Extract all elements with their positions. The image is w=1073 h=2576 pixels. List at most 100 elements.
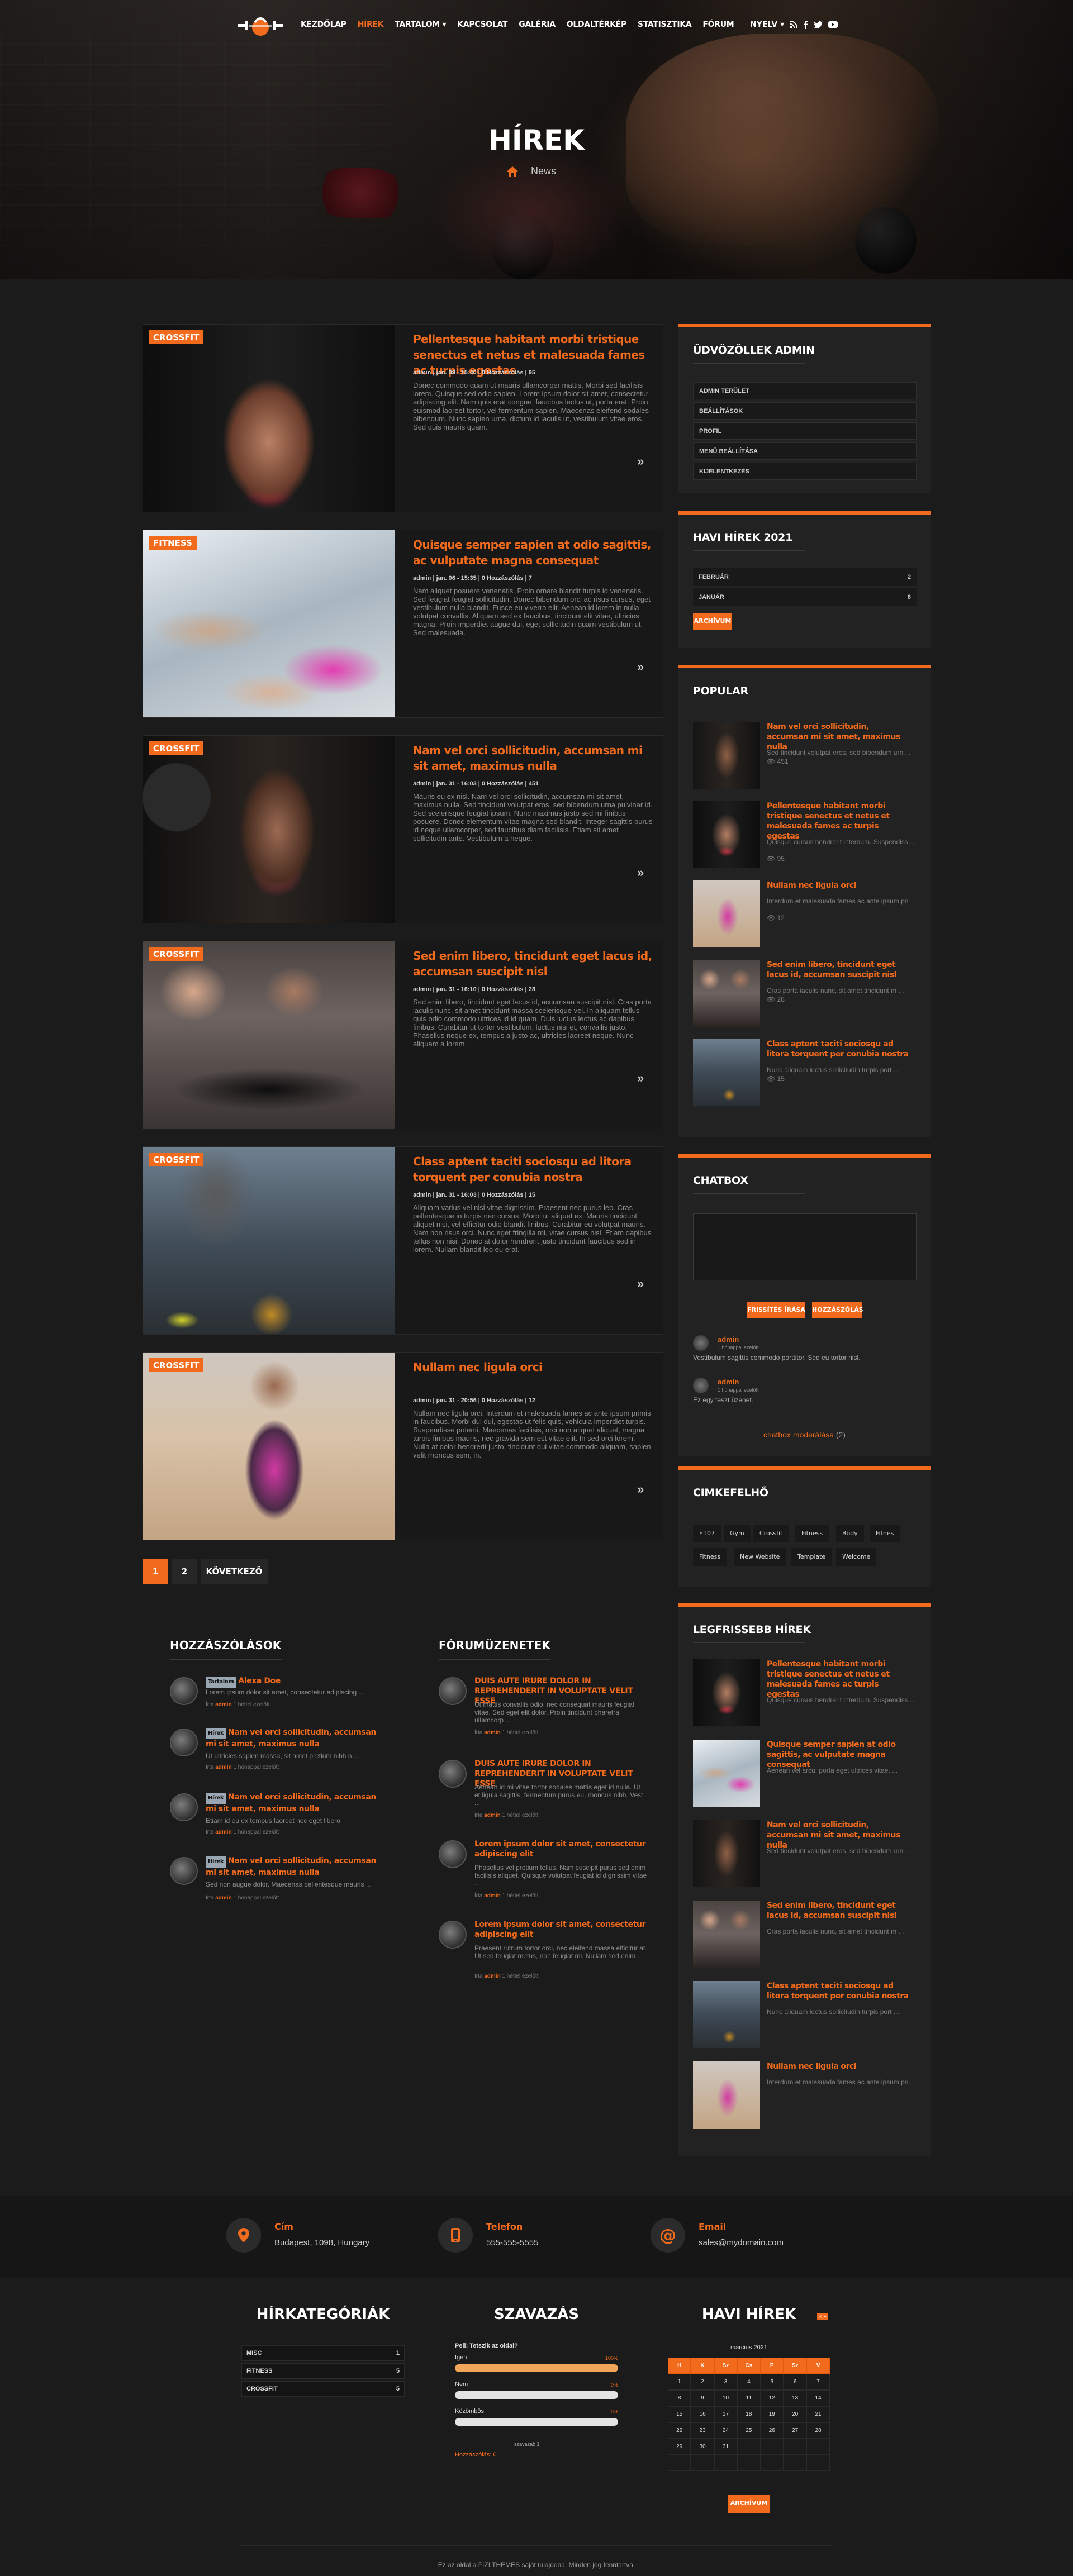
forum-author[interactable]: admin: [484, 1973, 500, 1979]
calendar-day[interactable]: 6: [783, 2374, 807, 2390]
tag-e107[interactable]: E107: [693, 1525, 721, 1542]
comment-title[interactable]: Hírek Nam vel orci sollicitudin, accumsan…: [206, 1792, 379, 1814]
comment-title-text[interactable]: Alexa Doe: [238, 1677, 281, 1685]
comment-author[interactable]: admin: [215, 1829, 231, 1835]
chat-user[interactable]: admin: [718, 1335, 739, 1344]
read-more-icon[interactable]: »: [637, 1071, 644, 1085]
popular-thumbnail[interactable]: [693, 722, 760, 789]
page-1-button[interactable]: 1: [143, 1559, 168, 1584]
nav-item-contact[interactable]: KAPCSOLAT: [452, 20, 513, 29]
chat-message-input[interactable]: [693, 1213, 917, 1280]
chatbox-moderate-link[interactable]: chatbox moderálása (2): [678, 1430, 931, 1439]
latest-title[interactable]: Nam vel orci sollicitudin, accumsan mi s…: [767, 1820, 912, 1850]
calendar-day[interactable]: 5: [760, 2374, 784, 2390]
facebook-icon[interactable]: [803, 20, 809, 29]
comment-title[interactable]: Tartalom Alexa Doe: [206, 1676, 379, 1688]
article-title[interactable]: Nullam nec ligula orci: [413, 1359, 653, 1375]
kettlebell-logo-icon[interactable]: [237, 15, 284, 37]
nav-item-forum[interactable]: FÓRUM: [697, 20, 739, 29]
calendar-day[interactable]: 17: [714, 2406, 738, 2422]
youtube-icon[interactable]: [828, 21, 838, 28]
article-title[interactable]: Quisque semper sapien at odio sagittis, …: [413, 537, 653, 568]
latest-title[interactable]: Nullam nec ligula orci: [767, 2061, 912, 2072]
article-thumbnail[interactable]: [143, 1147, 395, 1334]
calendar-nav[interactable]: « »: [817, 2313, 828, 2320]
calendar-day[interactable]: 3: [714, 2374, 738, 2390]
month-row[interactable]: JANUÁR 8: [693, 588, 917, 606]
language-selector[interactable]: NYELV ▾: [750, 20, 784, 29]
twitter-icon[interactable]: [814, 21, 823, 28]
category-badge[interactable]: CROSSFIT: [149, 1358, 204, 1372]
read-more-icon[interactable]: »: [637, 865, 644, 880]
category-row[interactable]: CROSSFIT 5: [241, 2381, 405, 2397]
read-more-icon[interactable]: »: [637, 1277, 644, 1291]
poll-option-label[interactable]: Közömbös: [455, 2408, 484, 2415]
chat-user[interactable]: admin: [718, 1378, 739, 1386]
moderate-label[interactable]: chatbox moderálása: [763, 1430, 834, 1439]
calendar-day[interactable]: 16: [691, 2406, 714, 2422]
chat-send-button[interactable]: HOZZÁSZÓLÁS: [812, 1302, 863, 1318]
calendar-day[interactable]: 9: [691, 2390, 714, 2406]
tag-fitnes[interactable]: Fitnes: [870, 1525, 900, 1542]
latest-thumbnail[interactable]: [693, 1820, 760, 1887]
calendar-day[interactable]: 7: [806, 2374, 830, 2390]
read-more-icon[interactable]: »: [637, 454, 644, 469]
tag-crossfit[interactable]: Crossfit: [753, 1525, 789, 1542]
calendar-archive-button[interactable]: ARCHÍVUM: [728, 2495, 770, 2513]
category-row[interactable]: MISC 1: [241, 2345, 405, 2361]
calendar-day[interactable]: 13: [783, 2390, 807, 2406]
comment-title[interactable]: Hírek Nam vel orci sollicitudin, accumsan…: [206, 1727, 379, 1749]
tag-gym[interactable]: Gym: [724, 1525, 751, 1542]
calendar-day[interactable]: 4: [737, 2374, 761, 2390]
tag-body[interactable]: Body: [836, 1525, 864, 1542]
tag-template[interactable]: Template: [791, 1548, 832, 1566]
nav-item-statistics[interactable]: STATISZTIKA: [632, 20, 697, 29]
tag-fitness[interactable]: Fitness: [795, 1525, 829, 1542]
next-page-button[interactable]: KÖVETKEZŐ: [201, 1559, 268, 1584]
comment-title-text[interactable]: Nam vel orci sollicitudin, accumsan mi s…: [206, 1728, 376, 1749]
article-thumbnail[interactable]: [143, 941, 395, 1129]
month-name[interactable]: FEBRUÁR: [699, 568, 729, 586]
article-thumbnail[interactable]: [143, 530, 395, 717]
popular-thumbnail[interactable]: [693, 1039, 760, 1106]
calendar-day[interactable]: 18: [737, 2406, 761, 2422]
latest-title[interactable]: Class aptent taciti sociosqu ad litora t…: [767, 1981, 912, 2001]
latest-thumbnail[interactable]: [693, 1740, 760, 1807]
article-title[interactable]: Class aptent taciti sociosqu ad litora t…: [413, 1154, 653, 1185]
poll-option-label[interactable]: Igen: [455, 2354, 467, 2361]
calendar-day[interactable]: 14: [806, 2390, 830, 2406]
popular-title[interactable]: Nam vel orci sollicitudin, accumsan mi s…: [767, 722, 912, 752]
nav-item-news[interactable]: HÍREK: [352, 20, 390, 29]
calendar-day[interactable]: 12: [760, 2390, 784, 2406]
calendar-day[interactable]: 20: [783, 2406, 807, 2422]
latest-title[interactable]: Quisque semper sapien at odio sagittis, …: [767, 1740, 912, 1770]
latest-title[interactable]: Pellentesque habitant morbi tristique se…: [767, 1659, 912, 1699]
comment-author[interactable]: admin: [215, 1702, 231, 1708]
calendar-day[interactable]: 28: [806, 2422, 830, 2439]
popular-title[interactable]: Nullam nec ligula orci: [767, 880, 912, 891]
calendar-day[interactable]: 26: [760, 2422, 784, 2439]
admin-link-area[interactable]: ADMIN TERÜLET: [693, 382, 917, 399]
calendar-day[interactable]: 8: [668, 2390, 691, 2406]
popular-title[interactable]: Pellentesque habitant morbi tristique se…: [767, 801, 912, 841]
category-badge[interactable]: FITNESS: [149, 536, 197, 550]
calendar-day[interactable]: 31: [714, 2439, 738, 2455]
popular-title[interactable]: Class aptent taciti sociosqu ad litora t…: [767, 1039, 912, 1059]
month-row[interactable]: FEBRUÁR 2: [693, 568, 917, 586]
latest-thumbnail[interactable]: [693, 2061, 760, 2129]
contact-value[interactable]: 555-555-5555: [486, 2238, 538, 2248]
calendar-day[interactable]: 2: [691, 2374, 714, 2390]
article-title[interactable]: Sed enim libero, tincidunt eget lacus id…: [413, 948, 653, 979]
calendar-day[interactable]: 15: [668, 2406, 691, 2422]
calendar-day[interactable]: 19: [760, 2406, 784, 2422]
calendar-day[interactable]: 1: [668, 2374, 691, 2390]
popular-thumbnail[interactable]: [693, 801, 760, 868]
comment-author[interactable]: admin: [215, 1895, 231, 1901]
calendar-day[interactable]: 24: [714, 2422, 738, 2439]
article-title[interactable]: Nam vel orci sollicitudin, accumsan mi s…: [413, 742, 653, 774]
nav-item-content[interactable]: TARTALOM ▾: [389, 20, 452, 29]
read-more-icon[interactable]: »: [637, 660, 644, 674]
comment-title-text[interactable]: Nam vel orci sollicitudin, accumsan mi s…: [206, 1856, 376, 1877]
calendar-day[interactable]: 21: [806, 2406, 830, 2422]
admin-link-menu[interactable]: MENÜ BEÁLLÍTÁSA: [693, 442, 917, 460]
